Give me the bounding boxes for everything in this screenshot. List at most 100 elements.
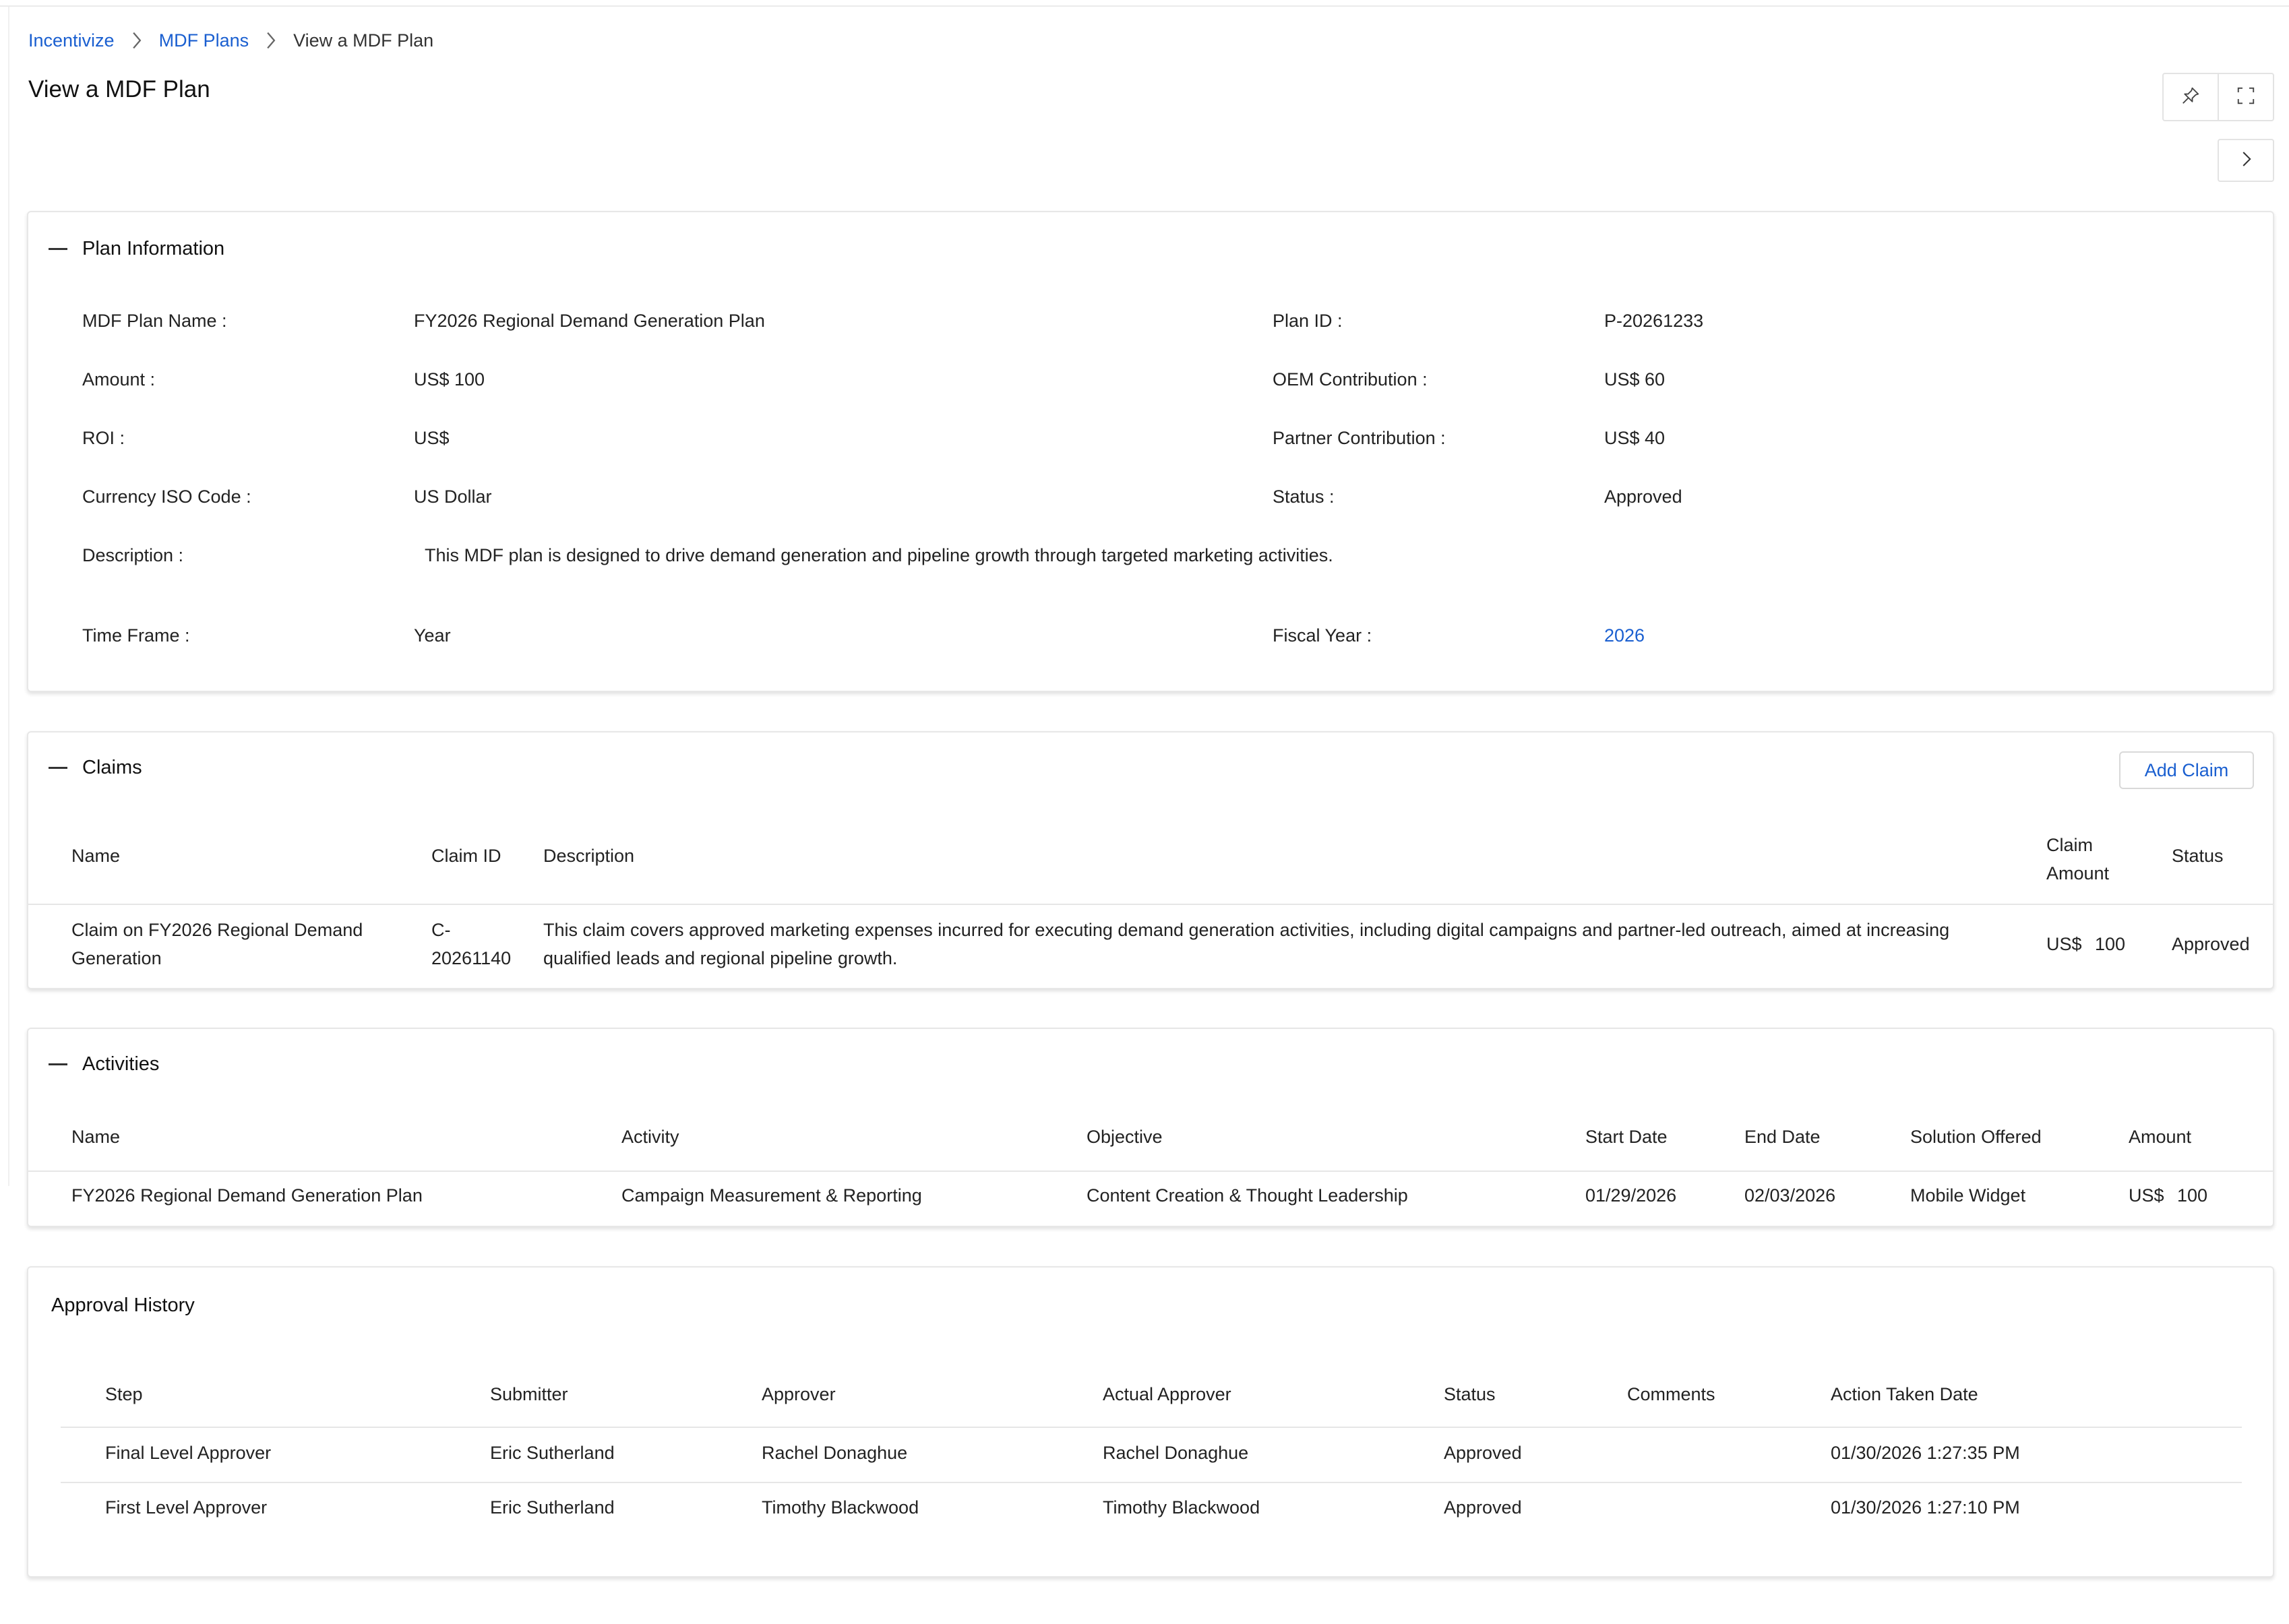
approval-row-divider xyxy=(61,1482,2242,1483)
activities-header-divider xyxy=(28,1170,2273,1172)
approval-submitter: Eric Sutherland xyxy=(490,1497,615,1518)
amount-value: US$ 100 xyxy=(414,369,485,389)
oem-contribution-value: US$ 60 xyxy=(1604,369,1666,389)
currency-iso-value: US Dollar xyxy=(414,487,492,507)
activity-link[interactable]: Campaign Measurement & Reporting xyxy=(621,1181,922,1210)
approval-col-approver: Approver xyxy=(762,1384,836,1404)
solution-offered-link[interactable]: Mobile Widget xyxy=(1910,1181,2025,1210)
chevron-right-icon xyxy=(115,32,159,49)
mdf-plan-name-value: FY2026 Regional Demand Generation Plan xyxy=(414,311,765,331)
activity-currency: US$ xyxy=(2129,1185,2164,1206)
plan-information-header[interactable]: Plan Information xyxy=(49,238,224,260)
pin-icon xyxy=(2180,86,2201,109)
activities-card: Activities Name Activity Objective Start… xyxy=(27,1028,2274,1227)
activities-header[interactable]: Activities xyxy=(49,1053,159,1075)
approval-step: First Level Approver xyxy=(105,1497,268,1518)
page-title: View a MDF Plan xyxy=(28,76,210,102)
approval-approver: Timothy Blackwood xyxy=(762,1497,919,1518)
approval-history-title: Approval History xyxy=(51,1294,195,1316)
collapse-icon xyxy=(49,248,67,250)
section-title: Activities xyxy=(82,1053,160,1075)
activity-plan-link[interactable]: FY2026 Regional Demand Generation Plan xyxy=(71,1181,423,1210)
approval-submitter: Eric Sutherland xyxy=(490,1443,615,1463)
plan-id-label: Plan ID : xyxy=(1273,311,1343,331)
activity-start-date: 01/29/2026 xyxy=(1585,1185,1677,1206)
claim-currency: US$ xyxy=(2046,934,2082,954)
description-label: Description : xyxy=(82,545,184,565)
approval-step: Final Level Approver xyxy=(105,1443,272,1463)
claim-status: Approved xyxy=(2172,934,2250,954)
objective-link[interactable]: Content Creation & Thought Leadership xyxy=(1087,1181,1408,1210)
roi-label: ROI : xyxy=(82,428,125,448)
fullscreen-icon xyxy=(2236,86,2256,109)
approval-date: 01/30/2026 1:27:35 PM xyxy=(1831,1443,2020,1463)
approval-date: 01/30/2026 1:27:10 PM xyxy=(1831,1497,2020,1518)
partner-contribution-label: Partner Contribution : xyxy=(1273,428,1446,448)
approval-actual-approver: Timothy Blackwood xyxy=(1103,1497,1260,1518)
roi-value: US$ xyxy=(414,428,450,448)
collapse-icon xyxy=(49,767,67,769)
pin-button[interactable] xyxy=(2162,73,2219,121)
activities-col-activity: Activity xyxy=(621,1127,679,1147)
fiscal-year-link[interactable]: 2026 xyxy=(1604,625,1645,646)
claims-header-divider xyxy=(28,904,2273,905)
claims-col-claim-id: Claim ID xyxy=(431,846,501,866)
approval-status: Approved xyxy=(1444,1443,1522,1463)
approval-col-step: Step xyxy=(105,1384,143,1404)
activities-col-amount: Amount xyxy=(2129,1127,2192,1147)
approval-approver: Rachel Donaghue xyxy=(762,1443,908,1463)
breadcrumb-mdf-plans[interactable]: MDF Plans xyxy=(159,30,249,51)
chevron-right-icon xyxy=(249,32,293,49)
status-label: Status : xyxy=(1273,487,1335,507)
claims-col-description: Description xyxy=(543,846,635,866)
approval-actual-approver: Rachel Donaghue xyxy=(1103,1443,1249,1463)
fullscreen-button[interactable] xyxy=(2218,73,2274,121)
activities-col-name: Name xyxy=(71,1127,121,1147)
left-border xyxy=(8,7,9,1186)
status-value: Approved xyxy=(1604,487,1682,507)
activities-col-solution: Solution Offered xyxy=(1910,1127,2042,1147)
activity-end-date: 02/03/2026 xyxy=(1744,1185,1836,1206)
approval-status: Approved xyxy=(1444,1497,1522,1518)
section-title: Plan Information xyxy=(82,238,225,259)
claims-card: Claims Add Claim Name Claim ID Descripti… xyxy=(27,731,2274,989)
approval-col-comments: Comments xyxy=(1627,1384,1715,1404)
plan-id-value: P-20261233 xyxy=(1604,311,1704,331)
breadcrumb-current: View a MDF Plan xyxy=(293,30,434,51)
fiscal-year-label: Fiscal Year : xyxy=(1273,625,1372,646)
activities-col-objective: Objective xyxy=(1087,1127,1163,1147)
claim-name-link[interactable]: Claim on FY2026 Regional Demand Generati… xyxy=(71,916,363,972)
time-frame-label: Time Frame : xyxy=(82,625,190,646)
claim-id: C- 20261140 xyxy=(431,920,512,968)
section-title: Claims xyxy=(82,757,142,778)
claims-header[interactable]: Claims xyxy=(49,757,142,779)
collapse-icon xyxy=(49,1063,67,1065)
claim-description: This claim covers approved marketing exp… xyxy=(543,920,1950,968)
approval-history-card: Approval History Step Submitter Approver… xyxy=(27,1266,2274,1578)
approval-col-actual-approver: Actual Approver xyxy=(1103,1384,1231,1404)
currency-iso-label: Currency ISO Code : xyxy=(82,487,251,507)
oem-contribution-label: OEM Contribution : xyxy=(1273,369,1428,389)
claim-amount: 100 xyxy=(2095,934,2126,954)
partner-contribution-value: US$ 40 xyxy=(1604,428,1666,448)
activities-col-start-date: Start Date xyxy=(1585,1127,1668,1147)
claims-col-claim-amount: Claim Amount xyxy=(2046,835,2110,883)
amount-label: Amount : xyxy=(82,369,156,389)
plan-information-card: Plan Information MDF Plan Name : FY2026 … xyxy=(27,211,2274,692)
activities-col-end-date: End Date xyxy=(1744,1127,1821,1147)
time-frame-value: Year xyxy=(414,625,451,646)
claims-col-status: Status xyxy=(2172,846,2224,866)
breadcrumb: Incentivize MDF Plans View a MDF Plan xyxy=(28,26,433,55)
approval-col-status: Status xyxy=(1444,1384,1496,1404)
add-claim-button[interactable]: Add Claim xyxy=(2119,751,2254,789)
approval-header-divider xyxy=(61,1427,2242,1428)
mdf-plan-name-label: MDF Plan Name : xyxy=(82,311,227,331)
activity-amount: 100 xyxy=(2177,1185,2208,1206)
chevron-right-icon xyxy=(2236,149,2256,173)
breadcrumb-incentivize[interactable]: Incentivize xyxy=(28,30,115,51)
top-border xyxy=(0,5,2289,7)
claims-col-name: Name xyxy=(71,846,121,866)
next-button[interactable] xyxy=(2218,139,2274,182)
description-value: This MDF plan is designed to drive deman… xyxy=(425,545,1333,565)
approval-col-action-date: Action Taken Date xyxy=(1831,1384,1978,1404)
